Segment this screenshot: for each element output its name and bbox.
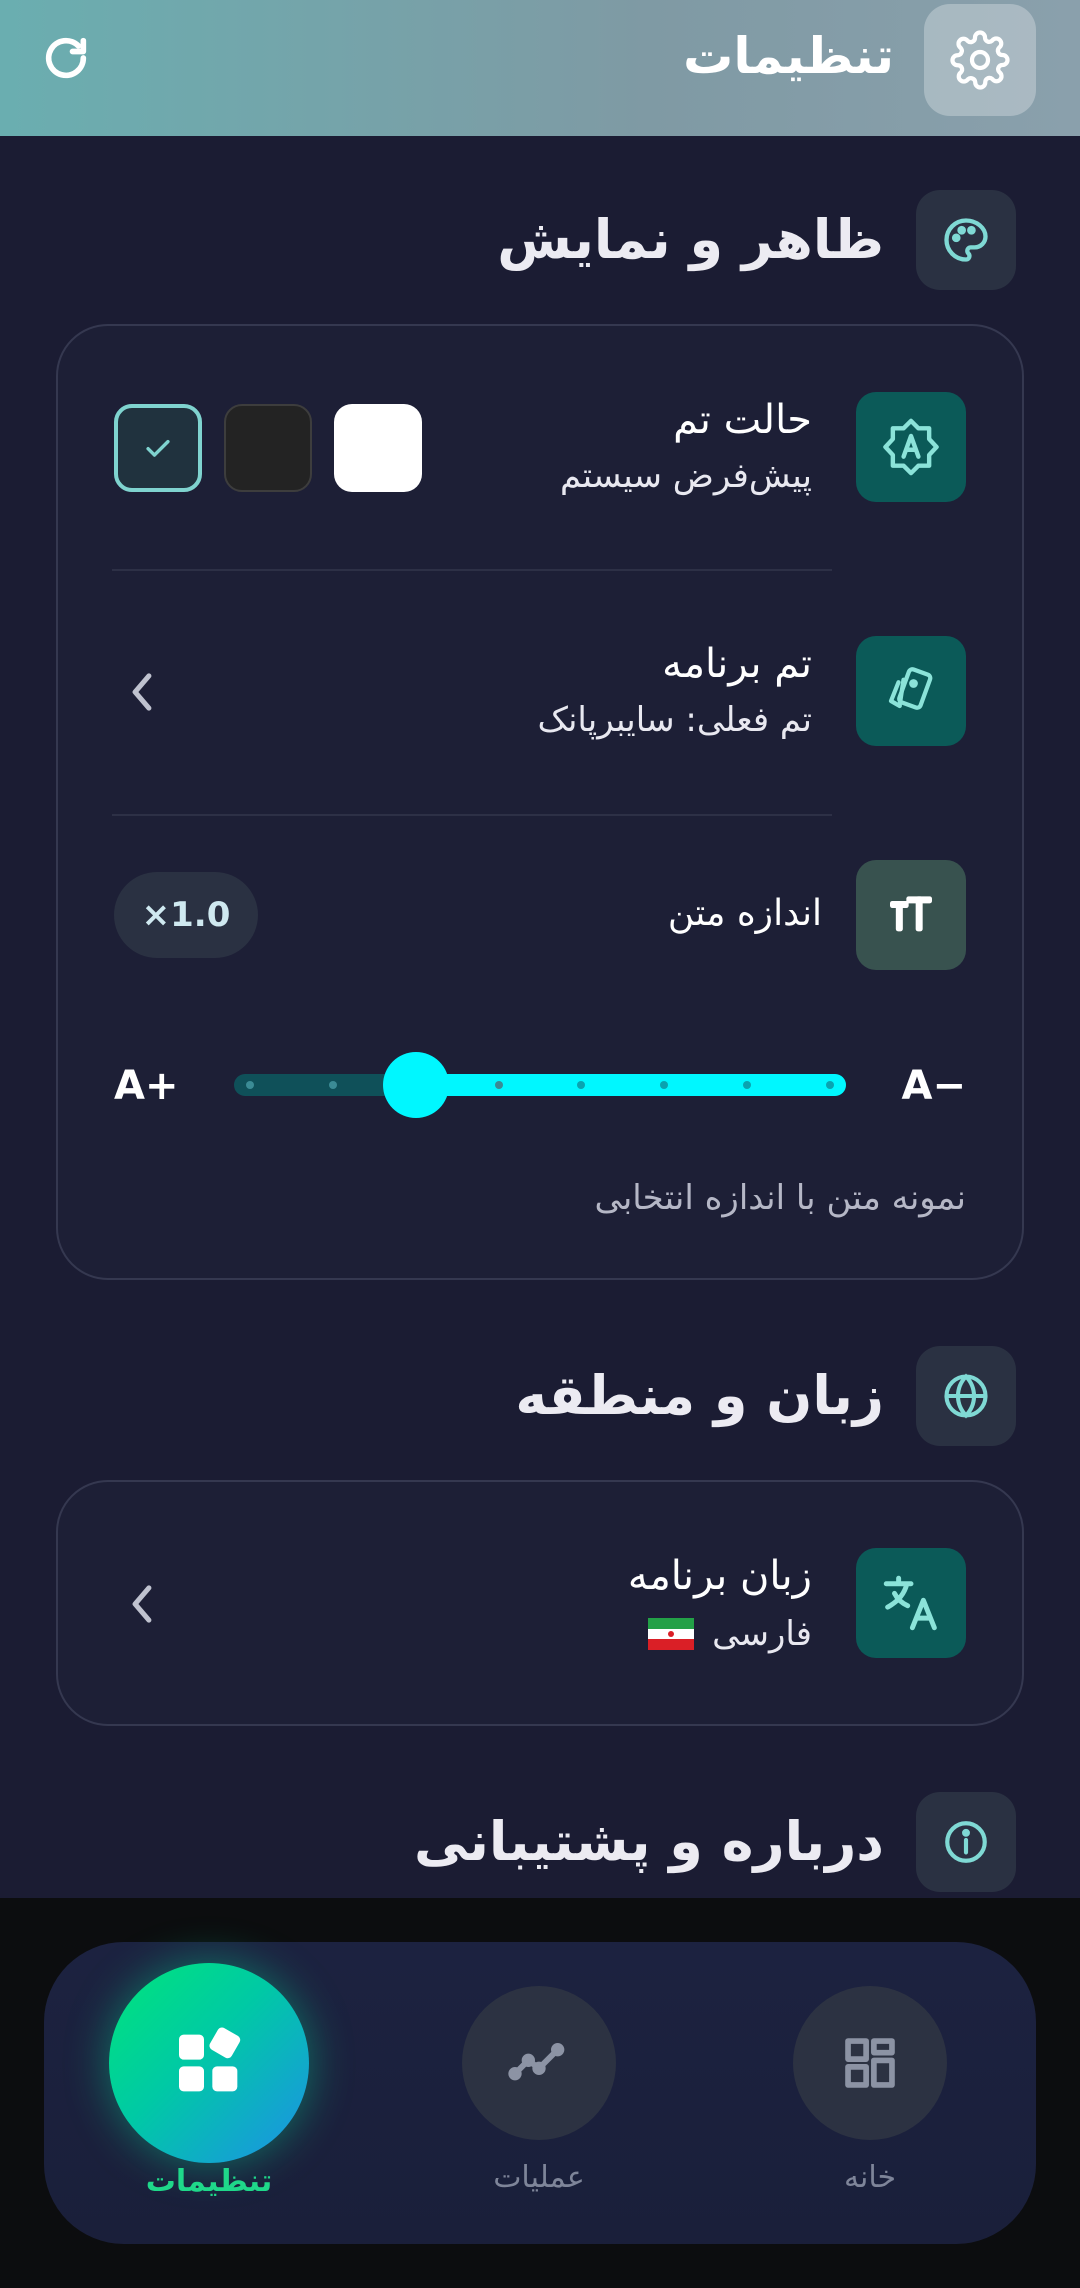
divider: [112, 814, 832, 816]
nav-operations-button[interactable]: [462, 1986, 616, 2140]
app-theme-title: تم برنامه: [662, 641, 812, 687]
slider-min-label: A−: [901, 1063, 966, 1109]
language-card[interactable]: زبان برنامه فارسی: [56, 1480, 1024, 1726]
dashboard-icon: [845, 2038, 895, 2088]
app-root: تنظیمات ظاهر و نمایش ح: [0, 0, 1080, 2288]
settings-gear-button[interactable]: [924, 4, 1036, 116]
nav-settings-button[interactable]: [109, 1963, 309, 2163]
appearance-card: حالت تم پیش‌فرض سیستم تم برنامه تم فعلی:…: [56, 324, 1024, 1280]
theme-mode-subtitle: پیش‌فرض سیستم: [560, 456, 812, 496]
palette-icon: [944, 218, 988, 262]
style-cards-icon: [888, 667, 933, 710]
theme-dark-option[interactable]: [224, 404, 312, 492]
section-icon-box: [916, 1346, 1016, 1446]
section-icon-box: [916, 190, 1016, 290]
app-theme-icon-box: [856, 636, 966, 746]
language-icon-box: [856, 1548, 966, 1658]
section-title: درباره و پشتیبانی: [413, 1810, 884, 1873]
sample-text: نمونه متن با اندازه انتخابی: [594, 1178, 967, 1218]
text-size-slider-thumb[interactable]: [382, 1052, 449, 1118]
section-header-about: درباره و پشتیبانی: [36, 1792, 1016, 1892]
refresh-icon: [45, 37, 87, 79]
section-title: زبان و منطقه: [515, 1364, 884, 1427]
chevron-left-icon: [132, 1585, 152, 1623]
slider-max-label: A+: [114, 1063, 179, 1109]
text-size-slider-fill: [415, 1074, 846, 1096]
theme-light-option[interactable]: [334, 404, 422, 492]
slider-step-marker: [246, 1081, 254, 1089]
gear-icon: [950, 30, 1010, 90]
slider-step-marker: [494, 1081, 503, 1089]
nav-home-button[interactable]: [793, 1986, 947, 2140]
section-icon-box: [916, 1792, 1016, 1892]
chevron-left-icon: [132, 673, 152, 711]
globe-icon: [944, 1373, 988, 1419]
nav-operations-label[interactable]: عملیات: [429, 2158, 649, 2198]
theme-system-option[interactable]: [114, 404, 202, 492]
text-scale-badge: ×1.0: [114, 872, 258, 958]
slider-step-marker: [328, 1081, 337, 1089]
apps-icon: [179, 2027, 241, 2092]
text-size-icon-box: [856, 860, 966, 970]
section-header-appearance: ظاهر و نمایش: [36, 190, 1016, 290]
check-icon: [146, 439, 170, 457]
app-theme-chevron[interactable]: [122, 662, 162, 722]
section-title: ظاهر و نمایش: [497, 208, 884, 271]
language-value: فارسی: [712, 1614, 812, 1654]
section-header-language: زبان و منطقه: [36, 1346, 1016, 1446]
text-size-title: اندازه متن: [667, 893, 822, 934]
text-size-icon: [890, 896, 932, 932]
slider-step-marker: [826, 1081, 834, 1089]
iran-flag-icon: [648, 1618, 695, 1650]
nav-home-label[interactable]: خانه: [760, 2158, 980, 2198]
language-title: زبان برنامه: [627, 1553, 812, 1599]
divider: [112, 569, 832, 571]
refresh-button[interactable]: [36, 28, 96, 88]
theme-mode-title: حالت تم: [673, 397, 812, 443]
auto-brightness-icon: [883, 418, 939, 476]
page-title: تنظیمات: [683, 27, 894, 85]
language-value-row: فارسی: [648, 1610, 812, 1658]
trend-line-icon: [508, 2042, 565, 2081]
top-app-bar: تنظیمات: [0, 0, 1080, 136]
theme-mode-icon-box: [856, 392, 966, 502]
info-icon: [945, 1821, 987, 1863]
translate-icon: [883, 1575, 937, 1631]
app-theme-subtitle: تم فعلی: سایبرپانک: [537, 700, 812, 740]
nav-settings-label[interactable]: تنظیمات: [99, 2162, 319, 2202]
language-chevron[interactable]: [122, 1574, 162, 1634]
